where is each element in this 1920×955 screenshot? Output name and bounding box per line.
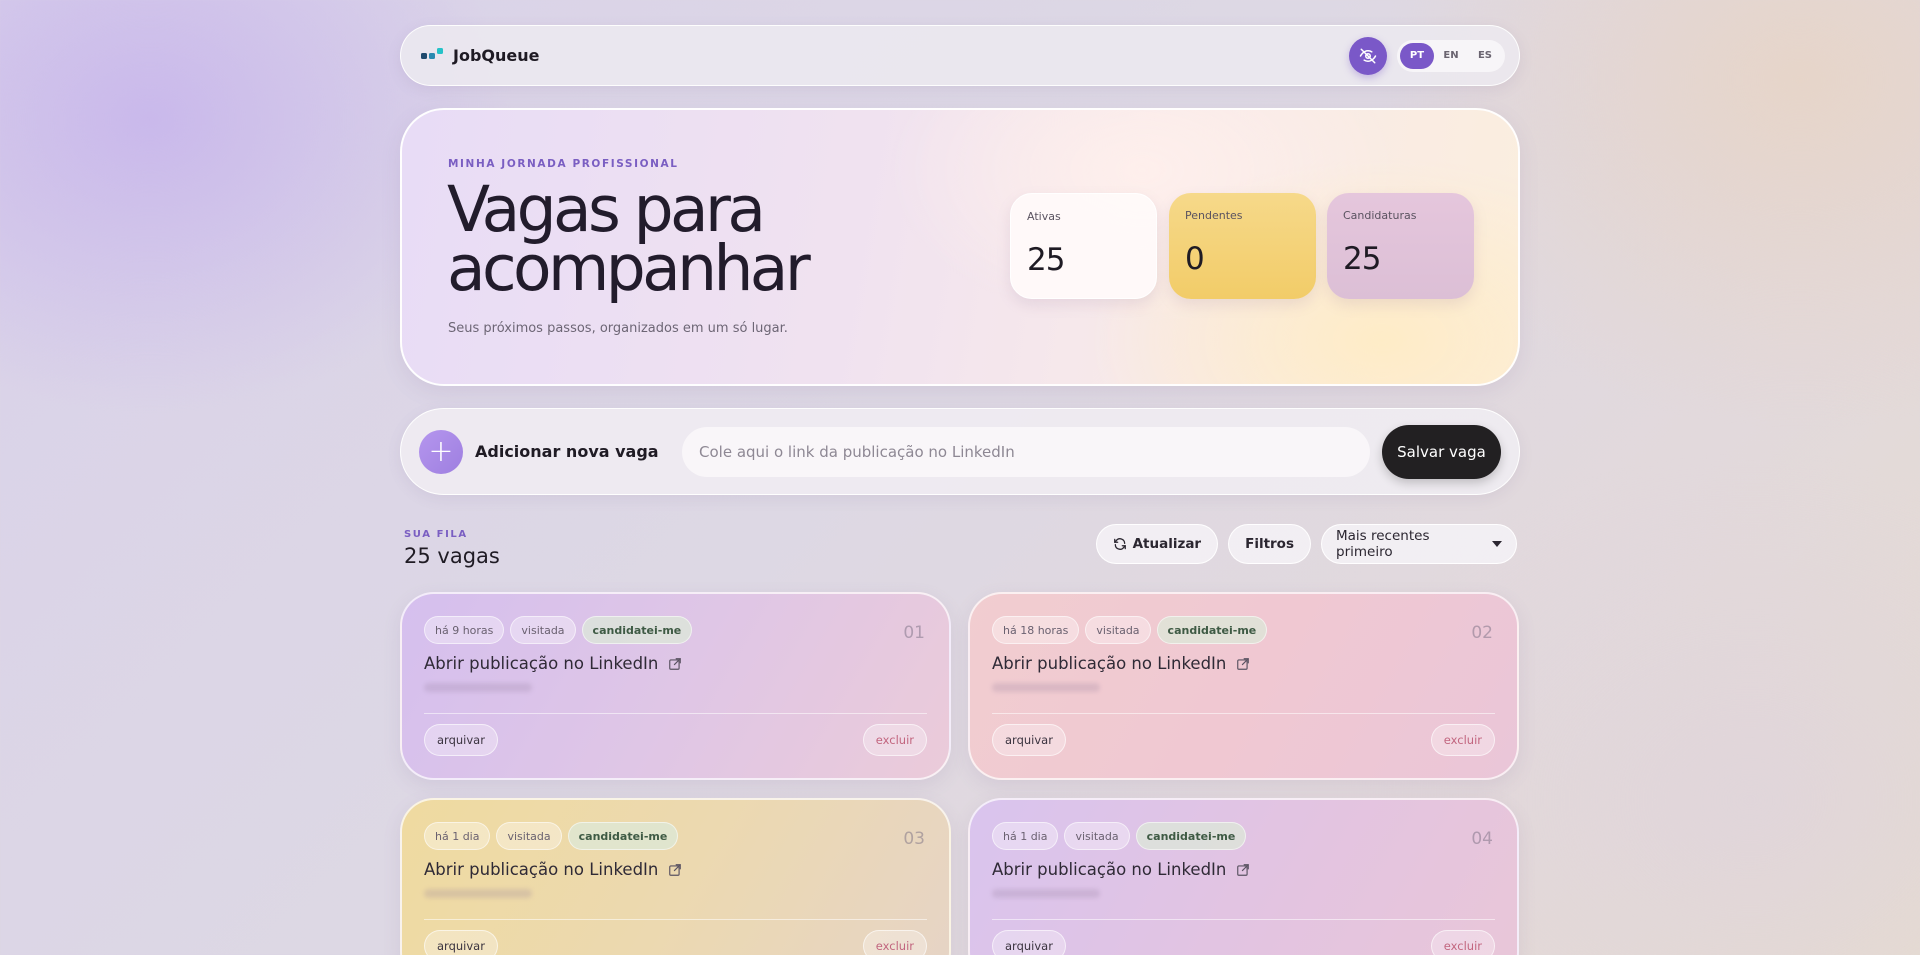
- card-actions: arquivar excluir: [992, 724, 1495, 756]
- delete-button[interactable]: excluir: [1430, 930, 1495, 955]
- filters-label: Filtros: [1245, 536, 1294, 552]
- card-divider: [992, 713, 1495, 714]
- open-linkedin-link[interactable]: Abrir publicação no LinkedIn: [424, 654, 927, 673]
- top-bar: JobQueue PT EN ES: [400, 25, 1520, 86]
- job-tags: há 18 horas visitada candidatei-me: [992, 616, 1495, 644]
- logo-icon: [421, 47, 443, 59]
- filters-button[interactable]: Filtros: [1228, 524, 1311, 564]
- eye-off-icon: [1359, 48, 1377, 63]
- archive-button[interactable]: arquivar: [424, 724, 498, 756]
- visited-badge: visitada: [1085, 616, 1151, 644]
- open-linkedin-link[interactable]: Abrir publicação no LinkedIn: [992, 654, 1495, 673]
- job-card: há 1 dia visitada candidatei-me 04 Abrir…: [968, 798, 1519, 955]
- hero-subtitle: Seus próximos passos, organizados em um …: [448, 321, 788, 336]
- hidden-value: [424, 889, 532, 898]
- card-divider: [424, 919, 927, 920]
- job-index: 04: [1471, 829, 1493, 849]
- job-index: 02: [1471, 623, 1493, 643]
- time-badge: há 18 horas: [992, 616, 1080, 644]
- link-label: Abrir publicação no LinkedIn: [424, 860, 659, 879]
- job-card: há 9 horas visitada candidatei-me 01 Abr…: [400, 592, 951, 780]
- job-index: 03: [903, 829, 925, 849]
- stat-label: Pendentes: [1185, 209, 1243, 222]
- job-card: há 18 horas visitada candidatei-me 02 Ab…: [968, 592, 1519, 780]
- add-job-label: Adicionar nova vaga: [475, 442, 659, 461]
- queue-eyebrow: SUA FILA: [404, 529, 468, 540]
- queue-count: 25 vagas: [404, 544, 500, 568]
- delete-button[interactable]: excluir: [1430, 724, 1495, 756]
- chevron-down-icon: [1492, 541, 1502, 547]
- stat-value: 25: [1027, 242, 1065, 278]
- link-label: Abrir publicação no LinkedIn: [424, 654, 659, 673]
- stat-label: Ativas: [1027, 210, 1061, 223]
- app-container: JobQueue PT EN ES MINHA JORNADA PROFISSI…: [400, 25, 1520, 955]
- queue-header: SUA FILA 25 vagas Atualizar Filtros Mais…: [400, 495, 1520, 575]
- delete-button[interactable]: excluir: [862, 930, 927, 955]
- stat-value: 0: [1185, 241, 1205, 277]
- job-index: 01: [903, 623, 925, 643]
- refresh-icon: [1113, 538, 1126, 550]
- link-label: Abrir publicação no LinkedIn: [992, 654, 1227, 673]
- external-link-icon: [1237, 657, 1250, 670]
- job-tags: há 9 horas visitada candidatei-me: [424, 616, 927, 644]
- time-badge: há 1 dia: [992, 822, 1059, 850]
- hidden-value: [992, 683, 1100, 692]
- time-badge: há 1 dia: [424, 822, 491, 850]
- applied-badge[interactable]: candidatei-me: [1135, 822, 1247, 850]
- job-card-grid: há 9 horas visitada candidatei-me 01 Abr…: [400, 592, 1520, 955]
- refresh-label: Atualizar: [1132, 536, 1202, 552]
- job-card: há 1 dia visitada candidatei-me 03 Abrir…: [400, 798, 951, 955]
- add-job-bar: + Adicionar nova vaga Salvar vaga: [400, 408, 1520, 495]
- visited-badge: visitada: [496, 822, 562, 850]
- job-tags: há 1 dia visitada candidatei-me: [992, 822, 1495, 850]
- language-pt-button[interactable]: PT: [1400, 42, 1434, 69]
- archive-button[interactable]: arquivar: [992, 724, 1066, 756]
- stat-value: 25: [1343, 241, 1381, 277]
- hide-values-button[interactable]: [1349, 36, 1387, 75]
- delete-button[interactable]: excluir: [862, 724, 927, 756]
- save-job-button[interactable]: Salvar vaga: [1382, 424, 1501, 479]
- external-link-icon: [669, 657, 682, 670]
- hidden-value: [992, 889, 1100, 898]
- open-linkedin-link[interactable]: Abrir publicação no LinkedIn: [424, 860, 927, 879]
- card-divider: [992, 919, 1495, 920]
- queue-toolbar: Atualizar Filtros Mais recentes primeiro: [1095, 524, 1517, 564]
- hero-eyebrow: MINHA JORNADA PROFISSIONAL: [448, 158, 679, 170]
- stat-card-applications: Candidaturas 25: [1327, 193, 1474, 299]
- open-linkedin-link[interactable]: Abrir publicação no LinkedIn: [992, 860, 1495, 879]
- sort-select[interactable]: Mais recentes primeiro: [1321, 524, 1517, 564]
- language-switcher: PT EN ES: [1397, 39, 1505, 72]
- visited-badge: visitada: [1064, 822, 1130, 850]
- archive-button[interactable]: arquivar: [992, 930, 1066, 955]
- stat-card-active: Ativas 25: [1010, 193, 1157, 299]
- external-link-icon: [669, 863, 682, 876]
- card-divider: [424, 713, 927, 714]
- card-actions: arquivar excluir: [992, 930, 1495, 955]
- page-title: Vagas para acompanhar: [447, 173, 811, 305]
- language-es-button[interactable]: ES: [1468, 43, 1502, 69]
- applied-badge[interactable]: candidatei-me: [1156, 616, 1268, 644]
- hero-panel: MINHA JORNADA PROFISSIONAL Vagas para ac…: [400, 108, 1520, 386]
- visited-badge: visitada: [510, 616, 576, 644]
- applied-badge[interactable]: candidatei-me: [567, 822, 679, 850]
- language-en-button[interactable]: EN: [1434, 43, 1468, 69]
- job-tags: há 1 dia visitada candidatei-me: [424, 822, 927, 850]
- card-actions: arquivar excluir: [424, 930, 927, 955]
- refresh-button[interactable]: Atualizar: [1095, 524, 1219, 564]
- add-icon[interactable]: +: [419, 429, 463, 474]
- brand-name: JobQueue: [453, 46, 540, 65]
- applied-badge[interactable]: candidatei-me: [581, 616, 693, 644]
- external-link-icon: [1237, 863, 1250, 876]
- stat-label: Candidaturas: [1343, 209, 1417, 222]
- stat-card-pending: Pendentes 0: [1169, 193, 1316, 299]
- sort-value: Mais recentes primeiro: [1336, 528, 1430, 560]
- hidden-value: [424, 683, 532, 692]
- archive-button[interactable]: arquivar: [424, 930, 498, 955]
- linkedin-url-input[interactable]: [682, 426, 1370, 477]
- time-badge: há 9 horas: [424, 616, 505, 644]
- link-label: Abrir publicação no LinkedIn: [992, 860, 1227, 879]
- card-actions: arquivar excluir: [424, 724, 927, 756]
